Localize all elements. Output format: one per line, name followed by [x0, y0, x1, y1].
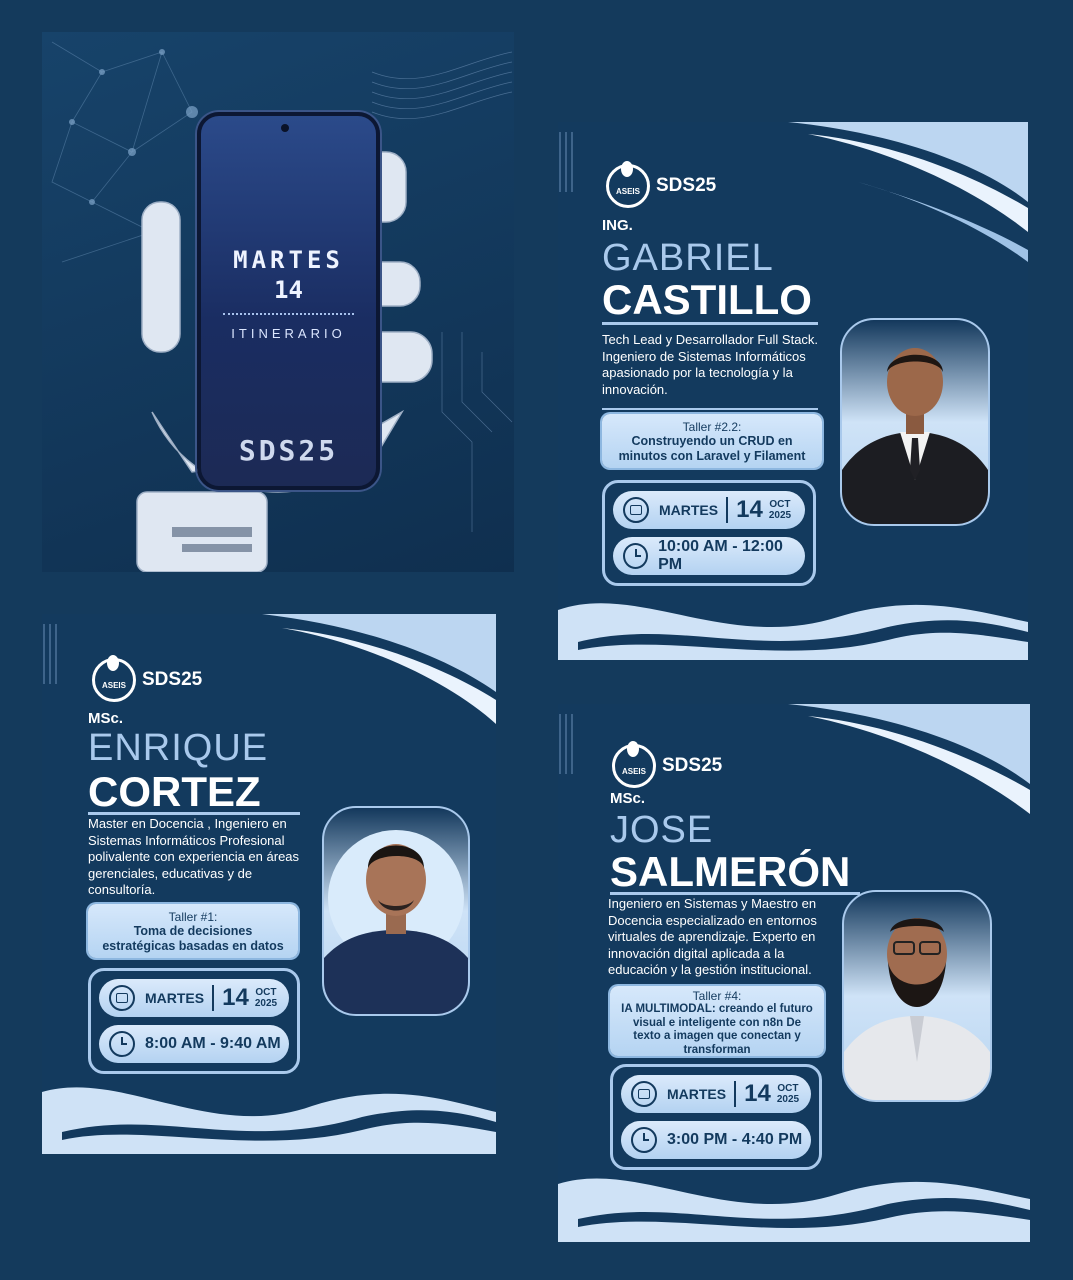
schedule-box: MARTES 14 OCT 2025 10:00 AM - 12:00 PM — [602, 480, 816, 586]
hero-panel: MARTES 14 ITINERARIO SDS25 — [42, 32, 514, 572]
aseis-logo: ASEIS SDS25 — [92, 655, 203, 702]
time-range: 3:00 PM - 4:40 PM — [667, 1131, 803, 1148]
date-pill: MARTES 14 OCT 2025 — [613, 491, 805, 529]
speaker-bio: Ingeniero en Sistemas y Maestro en Docen… — [608, 896, 817, 977]
workshop-name: Toma de decisiones estratégicas basadas … — [102, 924, 284, 953]
hero-subtitle: ITINERARIO — [231, 326, 346, 341]
time-range: 10:00 AM - 12:00 PM — [658, 538, 783, 573]
time-range: 8:00 AM - 9:40 AM — [145, 1035, 281, 1052]
speaker-photo — [840, 318, 990, 526]
portrait-icon — [842, 348, 988, 524]
time-pill: 3:00 PM - 4:40 PM — [621, 1121, 811, 1159]
event-name: SDS25 — [656, 175, 717, 196]
workshop-label: Taller #1: — [168, 910, 218, 924]
calendar-icon — [631, 1081, 657, 1107]
workshop-name: IA MULTIMODAL: creando el futuro visual … — [621, 1003, 813, 1056]
date-number: 14 — [744, 1080, 771, 1107]
schedule-box: MARTES 14 OCT 2025 3:00 PM - 4:40 PM — [610, 1064, 822, 1170]
schedule-box: MARTES 14 OCT 2025 8:00 AM - 9:40 AM — [88, 968, 300, 1074]
speaker-card-castillo: ASEIS SDS25 ING. GABRIEL CASTILLO Tech L… — [558, 122, 1028, 660]
aseis-badge-icon: ASEIS — [92, 655, 136, 702]
speaker-first-name: GABRIEL — [602, 237, 774, 279]
separator — [726, 497, 729, 523]
speaker-last-name: SALMERÓN — [610, 848, 851, 895]
month-year: OCT 2025 — [776, 1083, 800, 1105]
workshop-box: Taller #2.2: Construyendo un CRUD en min… — [602, 414, 822, 468]
separator — [734, 1081, 737, 1107]
day-label: MARTES — [659, 502, 719, 518]
speaker-bio: Master en Docencia , Ingeniero en Sistem… — [88, 816, 300, 897]
aseis-badge-icon: ASEIS — [612, 741, 656, 788]
speaker-last-name: CORTEZ — [88, 768, 261, 815]
time-pill: 8:00 AM - 9:40 AM — [99, 1025, 289, 1063]
name-underline — [610, 892, 860, 895]
hero-day: MARTES — [233, 246, 344, 274]
calendar-icon — [109, 985, 135, 1011]
hero-date: 14 — [274, 276, 303, 304]
portrait-icon — [324, 830, 468, 1014]
time-pill: 10:00 AM - 12:00 PM — [613, 537, 805, 575]
speaker-card-salmeron: ASEIS SDS25 MSc. JOSE SALMERÓN Ingeniero… — [558, 704, 1030, 1242]
workshop-box: Taller #4: IA MULTIMODAL: creando el fut… — [610, 986, 824, 1056]
aseis-logo: ASEIS SDS25 — [606, 161, 717, 208]
aseis-badge-icon: ASEIS — [606, 161, 650, 208]
day-label: MARTES — [667, 1086, 727, 1102]
date-pill: MARTES 14 OCT 2025 — [621, 1075, 811, 1113]
speaker-photo — [842, 890, 992, 1102]
workshop-label: Taller #4: — [692, 989, 742, 1003]
aseis-logo: ASEIS SDS25 — [612, 741, 723, 788]
clock-icon — [623, 543, 649, 569]
phone-graphic: MARTES 14 ITINERARIO SDS25 — [197, 112, 380, 490]
speaker-bio: Tech Lead y Desarrollador Full Stack. In… — [602, 332, 819, 397]
calendar-icon — [623, 497, 649, 523]
workshop-name: Construyendo un CRUD en minutos con Lara… — [618, 434, 806, 463]
name-underline — [602, 322, 818, 325]
clock-icon — [631, 1127, 657, 1153]
bio-underline — [602, 408, 818, 410]
divider — [223, 313, 354, 315]
hero-brand: SDS25 — [238, 434, 339, 467]
clock-icon — [109, 1031, 135, 1057]
speaker-first-name: ENRIQUE — [88, 727, 269, 769]
date-pill: MARTES 14 OCT 2025 — [99, 979, 289, 1017]
name-underline — [88, 812, 300, 815]
date-number: 14 — [736, 496, 763, 523]
speaker-first-name: JOSE — [610, 809, 714, 851]
event-name: SDS25 — [142, 669, 203, 690]
workshop-label: Taller #2.2: — [682, 420, 742, 434]
event-name: SDS25 — [662, 755, 723, 776]
month-year: OCT 2025 — [768, 499, 792, 521]
speaker-photo — [322, 806, 470, 1016]
speaker-last-name: CASTILLO — [602, 276, 812, 323]
speaker-card-cortez: ASEIS SDS25 MSc. ENRIQUE CORTEZ Master e… — [42, 614, 496, 1154]
month-year: OCT 2025 — [254, 987, 278, 1009]
speaker-title: MSc. — [610, 790, 646, 807]
speaker-title: MSc. — [88, 710, 124, 727]
separator — [212, 985, 215, 1011]
day-label: MARTES — [145, 990, 205, 1006]
camera-icon — [281, 124, 289, 132]
portrait-icon — [844, 918, 990, 1100]
date-number: 14 — [222, 984, 249, 1011]
workshop-box: Taller #1: Toma de decisiones estratégic… — [88, 904, 298, 958]
speaker-title: ING. — [602, 217, 633, 234]
